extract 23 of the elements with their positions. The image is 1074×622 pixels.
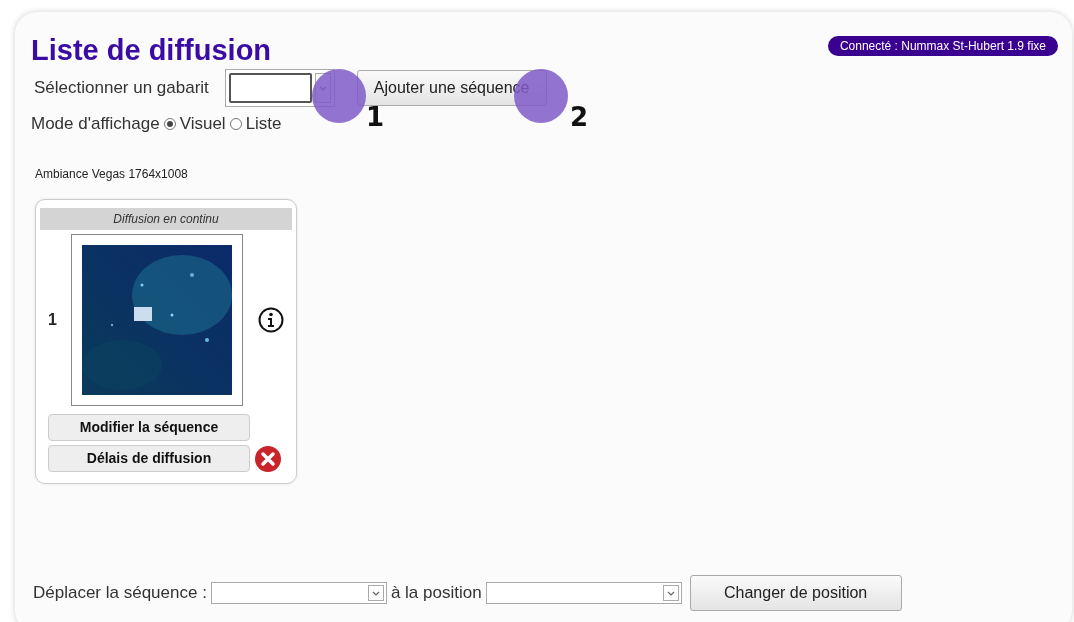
sequence-header: Diffusion en continu	[40, 207, 292, 230]
sequence-number: 1	[48, 309, 57, 330]
radio-button[interactable]	[163, 117, 176, 130]
radio-label[interactable]: Liste	[245, 111, 282, 137]
callout-marker	[312, 69, 366, 123]
sequence-button[interactable]: Délais de diffusion	[48, 445, 250, 472]
radio-button[interactable]	[229, 117, 242, 130]
page-title: Liste de diffusion	[31, 36, 272, 65]
template-label: Sélectionner un gabarit	[34, 77, 209, 100]
callout-number: 1	[366, 104, 385, 130]
radio-label[interactable]: Visuel	[179, 111, 226, 137]
move-label: Déplacer la séquence :	[33, 582, 207, 605]
chevron-down-icon	[371, 590, 380, 596]
template-name: Ambiance Vegas 1764x1008	[35, 165, 189, 183]
display-mode-label: Mode d'affichage	[31, 113, 160, 135]
sequence-button[interactable]: Modifier la séquence	[48, 413, 250, 441]
position-label: à la position	[390, 582, 482, 605]
info-icon[interactable]	[258, 306, 284, 333]
connection-status: Connecté : Nummax St-Hubert 1.9 fixe	[827, 36, 1058, 56]
chevron-down-icon	[666, 590, 675, 596]
delete-icon[interactable]	[254, 444, 282, 473]
change-position-button[interactable]: Changer de position	[689, 575, 902, 611]
callout-number: 2	[570, 104, 589, 130]
